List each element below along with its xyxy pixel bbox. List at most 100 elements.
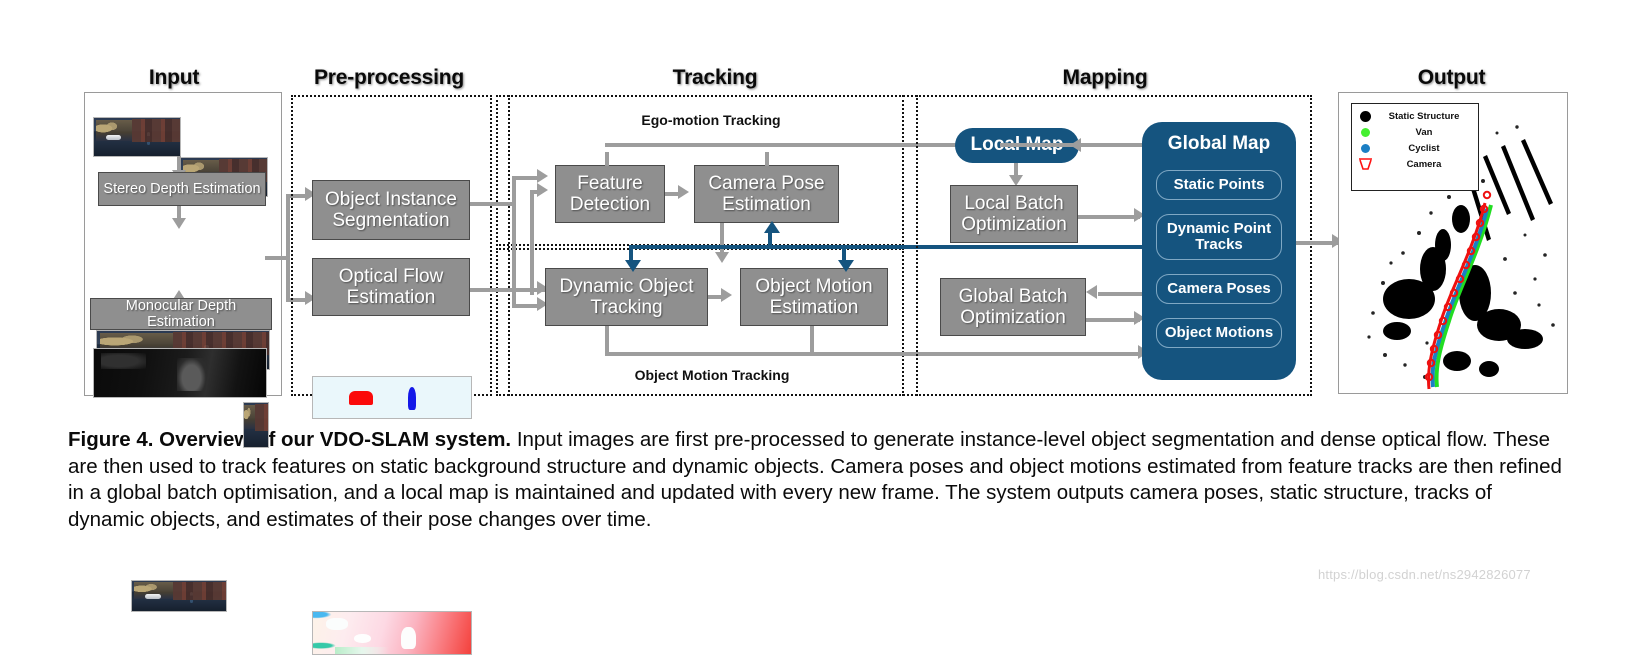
box-line-1: Local Batch <box>964 192 1064 214</box>
arrow-left <box>1070 138 1081 152</box>
camera-frustum-icon <box>1355 157 1376 171</box>
connector <box>286 194 290 302</box>
decor-pedestrian <box>190 592 194 603</box>
box-global-map: Global Map Static Points Dynamic Point T… <box>1142 122 1296 380</box>
flow-blob <box>354 633 372 644</box>
connector <box>765 152 769 166</box>
blue-arrow-down <box>838 260 854 272</box>
static-structure-dot-icon <box>1355 110 1376 122</box>
connector <box>1086 318 1140 322</box>
box-stereo-depth-estimation: Stereo Depth Estimation <box>98 172 266 206</box>
output-legend: Static Structure Van Cyclist Camera <box>1351 103 1479 191</box>
connector <box>512 304 540 308</box>
box-optical-flow-estimation: Optical Flow Estimation <box>312 258 470 316</box>
box-line-2: Estimation <box>346 287 436 308</box>
box-monocular-depth-estimation: Monocular Depth Estimation <box>90 298 272 330</box>
blue-arrow-up <box>764 221 780 233</box>
connector <box>605 326 609 354</box>
connector <box>810 326 814 354</box>
arrow-down <box>715 252 729 263</box>
flow-green-region <box>335 647 389 654</box>
caption-bold: Figure 4. Overview of our VDO-SLAM syste… <box>68 428 512 451</box>
box-line-2: Tracking <box>590 297 663 318</box>
segment-person-mask <box>407 386 417 410</box>
box-line-1: Object Motion <box>755 275 873 297</box>
pill-line-2: Tracks <box>1195 236 1243 253</box>
box-line-2: Estimation <box>769 297 859 318</box>
box-local-batch-optimization: Local Batch Optimization <box>950 185 1078 243</box>
legend-label: Cyclist <box>1408 142 1440 154</box>
section-title-preprocessing: Pre-processing <box>313 66 465 89</box>
connector <box>605 152 609 166</box>
legend-label: Static Structure <box>1388 110 1460 122</box>
legend-row: Van <box>1355 124 1475 140</box>
legend-label: Camera <box>1406 158 1442 170</box>
pill-camera-poses: Camera Poses <box>1156 274 1282 304</box>
decor-car <box>106 134 121 141</box>
blue-arrow-down <box>625 260 641 272</box>
arrow-right <box>678 185 689 199</box>
box-feature-detection: Feature Detection <box>555 165 665 223</box>
output-panel: Static Structure Van Cyclist Camera <box>1338 92 1568 394</box>
box-line-1: Optical Flow <box>338 265 444 287</box>
thumb-stereo-left <box>93 117 181 157</box>
section-title-input: Input <box>148 66 200 89</box>
box-object-motion-estimation: Object Motion Estimation <box>740 268 888 326</box>
global-map-title: Global Map <box>1167 133 1271 154</box>
box-line-2: Estimation <box>722 194 811 215</box>
connector <box>1098 292 1144 296</box>
box-line-1: Global Batch <box>958 285 1068 307</box>
box-line-1: Feature <box>577 172 643 194</box>
figure-root: Input Pre-processing Tracking Mapping Ou… <box>0 0 1639 655</box>
box-line-2: Detection <box>569 194 651 215</box>
segment-car-mask <box>349 390 374 405</box>
thumb-mono-input <box>131 580 227 612</box>
pill-static-points: Static Points <box>1156 170 1282 200</box>
arrow-right <box>721 288 732 302</box>
connector <box>605 143 963 147</box>
watermark: https://blog.csdn.net/ns2942826077 <box>1318 567 1531 582</box>
legend-label: Van <box>1415 126 1433 138</box>
box-line-1: Camera Pose <box>708 172 825 194</box>
van-dot-icon <box>1355 127 1376 137</box>
section-title-output: Output <box>1417 66 1486 89</box>
thumb-depth-map <box>93 348 267 398</box>
box-global-batch-optimization: Global Batch Optimization <box>940 278 1086 336</box>
preprocessing-panel <box>291 95 492 396</box>
arrow-right <box>537 183 548 197</box>
connector <box>512 176 516 306</box>
connector <box>1078 215 1140 219</box>
connector <box>512 176 540 180</box>
thumb-instance-segmentation <box>312 376 472 419</box>
label-object-motion-tracking: Object Motion Tracking <box>634 367 790 383</box>
connector <box>530 190 534 295</box>
connector <box>720 223 724 255</box>
cyclist-dot-icon <box>1355 143 1376 153</box>
box-line-2: Optimization <box>961 214 1067 235</box>
legend-row: Static Structure <box>1355 108 1475 124</box>
decor-car <box>145 594 162 599</box>
thumb-optical-flow <box>312 611 472 655</box>
figure-caption: Figure 4. Overview of our VDO-SLAM syste… <box>68 427 1573 534</box>
arrow-right <box>537 169 548 183</box>
pill-line-1: Dynamic Point <box>1166 219 1272 237</box>
pill-object-motions: Object Motions <box>1156 318 1282 348</box>
box-line-2: Optimization <box>960 307 1066 328</box>
legend-row: Camera <box>1355 156 1475 172</box>
box-object-instance-segmentation: Object Instance Segmentation <box>312 180 470 240</box>
box-camera-pose-estimation: Camera Pose Estimation <box>694 165 839 223</box>
blue-connector <box>768 232 772 247</box>
thumb-depth-inset <box>243 402 269 448</box>
pill-dynamic-point-tracks: Dynamic Point Tracks <box>1156 214 1282 260</box>
arrow-down <box>172 218 186 229</box>
arrow-left <box>1086 285 1097 299</box>
box-line-2: Segmentation <box>332 210 450 231</box>
box-line-1: Dynamic Object <box>559 275 694 297</box>
box-line-1: Object Instance <box>324 188 458 210</box>
connector <box>470 202 515 206</box>
box-dynamic-object-tracking: Dynamic Object Tracking <box>545 268 708 326</box>
decor-pedestrian <box>147 132 150 146</box>
section-title-tracking: Tracking <box>672 66 758 89</box>
legend-row: Cyclist <box>1355 140 1475 156</box>
label-ego-motion-tracking: Ego-motion Tracking <box>641 112 781 128</box>
